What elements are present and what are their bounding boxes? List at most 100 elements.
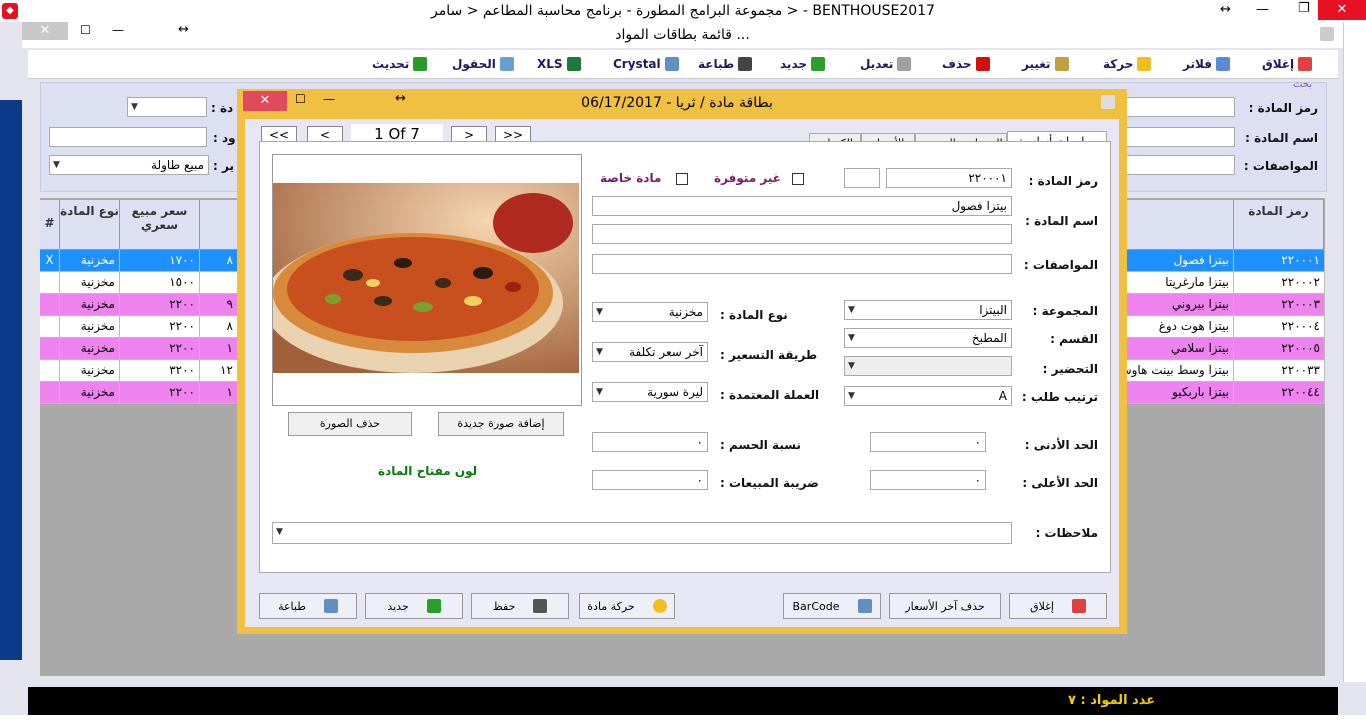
left-edge-strip: [0, 100, 22, 660]
dialog-resize-icon[interactable]: ↔: [395, 91, 406, 106]
grid-cell-mark: [40, 382, 60, 404]
dept-label: القسم :: [1050, 332, 1098, 346]
grid-cell-name: بيتزا وسط بينت هاوس: [1126, 360, 1234, 382]
grid-cell-name: بيتزا مارغريتا: [1126, 272, 1234, 294]
smiley-icon: [652, 599, 667, 613]
unavailable-checkbox[interactable]: [792, 173, 804, 185]
barcode-button[interactable]: BarCode: [783, 593, 881, 619]
notes-combo[interactable]: ▼: [272, 522, 1012, 544]
toolbar-button-0[interactable]: إغلاق: [1262, 55, 1313, 73]
min-input[interactable]: ٠: [870, 432, 986, 452]
cube-icon: [1320, 27, 1334, 41]
type-label: نوع المادة :: [720, 308, 788, 322]
movement-button[interactable]: حركة مادة: [579, 593, 675, 619]
grid-cell-mark: [40, 360, 60, 382]
search-mid-input[interactable]: [49, 127, 207, 147]
grid-cell-price: ٢٢٠٠: [120, 382, 200, 404]
toolbar-button-9[interactable]: XLS: [537, 55, 581, 73]
grid-cell-p: ٩: [200, 294, 238, 316]
print-button[interactable]: طباعة: [259, 593, 357, 619]
delete-last-prices-button[interactable]: حذف آخر الأسعار: [889, 593, 1001, 619]
dept-combo[interactable]: ▼ المطبخ: [844, 328, 1012, 348]
notes-label: ملاحظات :: [1035, 526, 1098, 540]
search-code-label: رمز المادة :: [1248, 101, 1318, 115]
toolbar-label: حذف: [942, 57, 972, 71]
grid-cell-type: مخزنية: [60, 338, 120, 360]
tax-label: ضريبة المبيعات :: [720, 476, 819, 490]
add-image-button[interactable]: إضافة صورة جديدة: [438, 412, 564, 436]
prep-label: التحضير :: [1042, 362, 1098, 376]
specs-input[interactable]: [592, 254, 1012, 274]
toolbar-button-3[interactable]: تغيير: [1022, 55, 1069, 73]
code-input[interactable]: ٢٢٠٠٠١: [886, 168, 1012, 188]
grid-cell-p: ٨: [200, 316, 238, 338]
dialog-restore-icon[interactable]: ☐: [295, 92, 306, 106]
search-price-combo[interactable]: ▼ مبيع طاولة: [49, 155, 209, 175]
material-image-frame: [272, 154, 582, 406]
chevron-down-icon: ▼: [131, 102, 138, 112]
search-specs-input[interactable]: [1121, 155, 1235, 175]
toolbar-button-7[interactable]: طباعة: [698, 55, 753, 73]
toolbar-button-2[interactable]: حركة: [1103, 55, 1152, 73]
resize-icon[interactable]: ↔: [1220, 2, 1231, 17]
search-code-input[interactable]: [1121, 97, 1235, 117]
chevron-down-icon: ▼: [848, 391, 855, 401]
search-name-input[interactable]: [1121, 127, 1235, 147]
currency-combo[interactable]: ▼ ليرة سورية: [592, 382, 708, 402]
search-mid-combo[interactable]: ▼: [127, 97, 207, 117]
grid-cell-name: بيتزا هوت دوغ: [1126, 316, 1234, 338]
plus-icon: [426, 599, 441, 613]
name-input[interactable]: بيتزا فصول: [592, 196, 1012, 216]
code-suffix-input[interactable]: [844, 168, 880, 188]
dialog-close-button[interactable]: ✕: [243, 91, 287, 111]
toolbar-button-11[interactable]: تحديث: [372, 55, 428, 73]
toolbar-label: جديد: [780, 57, 808, 71]
grid-header-price: سعر مبيع سعري: [120, 200, 200, 250]
grid-cell-price: ١٥٠٠: [120, 272, 200, 294]
specs-label: المواصفات :: [1023, 258, 1098, 272]
toolbar-button-6[interactable]: جديد: [780, 55, 826, 73]
group-combo[interactable]: ▼ البيتزا: [844, 300, 1012, 320]
chevron-down-icon: ▼: [848, 361, 855, 371]
grid-cell-type: مخزنية: [60, 250, 120, 272]
type-combo[interactable]: ▼ مخزنية: [592, 302, 708, 322]
restore-icon[interactable]: ❐: [1298, 1, 1310, 16]
pricing-combo[interactable]: ▼ آخر سعر تكلفة: [592, 342, 708, 362]
prep-combo[interactable]: ▼: [844, 356, 1012, 376]
main-toolbar: إغلاق فلاتر حركة تغيير حذف تعديل جديد طباعة Crys…: [28, 50, 1338, 79]
discount-input[interactable]: ٠: [592, 432, 708, 452]
save-button[interactable]: حفظ: [471, 593, 569, 619]
app-close-button[interactable]: ✕: [1318, 0, 1366, 20]
tax-input[interactable]: ٠: [592, 470, 708, 490]
toolbar-button-5[interactable]: تعديل: [860, 55, 912, 73]
pizza-image: [273, 183, 579, 373]
right-scroll-strip: [1343, 22, 1366, 682]
toolbar-button-10[interactable]: الحقول: [452, 55, 514, 73]
toolbar-button-1[interactable]: فلاتر: [1183, 55, 1230, 73]
printer-icon: [738, 57, 753, 71]
new-button[interactable]: جديد: [365, 593, 463, 619]
name-label: اسم المادة :: [1025, 214, 1098, 228]
close-power-icon: [1298, 57, 1313, 71]
dialog-minimize-icon[interactable]: —: [323, 92, 335, 106]
color-key-label: لون مفتاح المادة: [378, 464, 478, 478]
special-checkbox[interactable]: [676, 173, 688, 185]
grid-cell-name: بيتزا باربكيو: [1126, 382, 1234, 404]
minimize-icon[interactable]: —: [1256, 2, 1269, 17]
name-input-2[interactable]: [592, 224, 1012, 244]
toolbar-button-4[interactable]: حذف: [942, 55, 990, 73]
grid-header-code: رمز المادة: [1234, 200, 1324, 250]
search-name-label: اسم المادة :: [1245, 131, 1318, 145]
dialog-close-action-button[interactable]: إغلاق: [1009, 593, 1107, 619]
delete-image-button[interactable]: حذف الصورة: [288, 412, 412, 436]
red-x-icon: [975, 57, 990, 71]
max-input[interactable]: ٠: [870, 470, 986, 490]
order-combo[interactable]: ▼ A: [844, 386, 1012, 406]
brush-icon: [1054, 57, 1069, 71]
toolbar-button-8[interactable]: Crystal: [613, 55, 679, 73]
grid-cell-p: ٨: [200, 250, 238, 272]
grid-header-type: نوع المادة: [60, 200, 120, 250]
grid-cell-code: ٢٢٠٠٠٣: [1234, 294, 1325, 316]
special-label: مادة خاصة: [600, 171, 662, 185]
grid-header-extra: [200, 200, 238, 250]
